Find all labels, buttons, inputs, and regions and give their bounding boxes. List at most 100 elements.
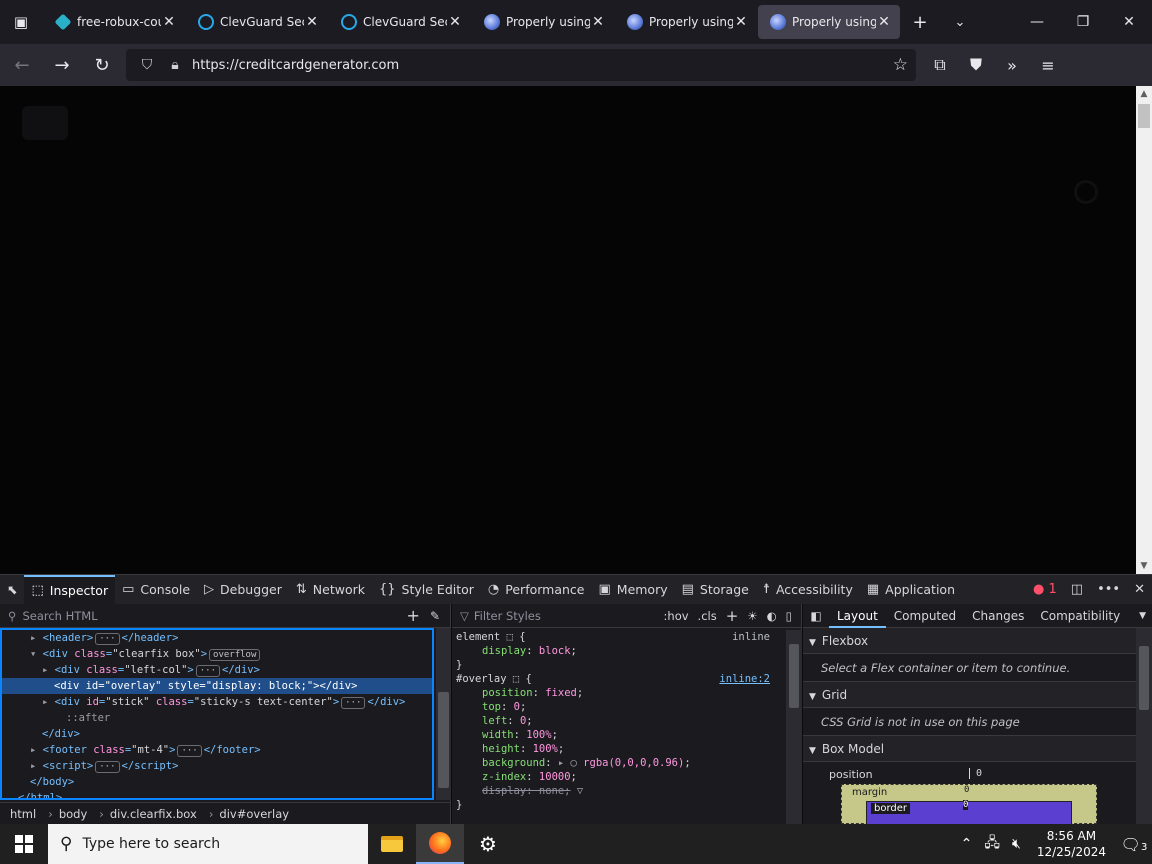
file-explorer-button[interactable] — [368, 824, 416, 864]
markup-node-overlay[interactable]: <div id="overlay" style="display: block;… — [2, 678, 432, 694]
close-tab-icon[interactable]: ✕ — [876, 14, 892, 30]
lock-icon[interactable]: 🔒︎ — [164, 57, 186, 73]
tab-layout[interactable]: Layout — [829, 604, 886, 628]
tab-compatibility[interactable]: Compatibility — [1032, 604, 1128, 628]
close-tab-icon[interactable]: ✕ — [590, 14, 606, 30]
devtools-close-button[interactable]: ✕ — [1127, 582, 1152, 597]
cls-toggle[interactable]: .cls — [698, 609, 717, 623]
devtools-tab-style-editor[interactable]: {} Style Editor — [372, 575, 481, 605]
markup-node-clearfix[interactable]: ▾ <div class="clearfix box"> overflow — [2, 646, 432, 662]
markup-close-body[interactable]: </body> — [2, 774, 432, 790]
hov-toggle[interactable]: :hov — [664, 609, 689, 623]
markup-node-header[interactable]: ▸ <header> ··· </header> — [2, 630, 432, 646]
close-tab-icon[interactable]: ✕ — [161, 14, 177, 30]
add-node-button[interactable]: + — [407, 606, 420, 625]
search-html-placeholder[interactable]: Search HTML — [22, 609, 97, 623]
devtools-tab-accessibility[interactable]: ☨ Accessibility — [756, 575, 860, 605]
devtools-tab-memory[interactable]: ▣ Memory — [591, 575, 674, 605]
firefox-view-button[interactable]: ▣ — [0, 0, 42, 44]
notification-center-button[interactable]: 🗨︎3 — [1116, 835, 1152, 854]
volume-muted-icon[interactable]: 🔇︎ — [1006, 836, 1027, 852]
restore-button[interactable]: ❐ — [1060, 0, 1106, 44]
devtools-more-button[interactable]: ••• — [1090, 582, 1127, 597]
ublock-button[interactable]: ⛊ — [958, 49, 994, 81]
breadcrumb-overlay[interactable]: div#overlay — [219, 807, 289, 821]
settings-taskbar-button[interactable]: ⚙ — [464, 824, 512, 864]
breadcrumb-body[interactable]: body — [59, 807, 87, 821]
add-rule-button[interactable]: + — [726, 607, 739, 625]
scroll-down-icon[interactable]: ▼ — [1136, 558, 1152, 574]
markup-scrollbar[interactable] — [436, 628, 451, 800]
forward-button[interactable]: → — [44, 49, 80, 81]
devtools-tab-storage[interactable]: ▤ Storage — [675, 575, 756, 605]
close-window-button[interactable]: ✕ — [1106, 0, 1152, 44]
box-margin-value[interactable]: 0 — [964, 785, 969, 795]
rule-decl-overridden[interactable]: display: none; ▽ — [452, 784, 786, 798]
devtools-tab-network[interactable]: ⇅ Network — [289, 575, 372, 605]
markup-close-div[interactable]: </div> — [2, 726, 432, 742]
box-position-value[interactable]: 0 — [969, 768, 982, 779]
markup-view[interactable]: ▸ <header> ··· </header> ▾ <div class="cle… — [0, 628, 434, 800]
box-border-value[interactable]: 0 — [963, 800, 969, 810]
rule-decl[interactable]: width: 100%; — [452, 728, 786, 742]
breadcrumb-html[interactable]: html — [10, 807, 36, 821]
taskbar-search-box[interactable]: ⚲ Type here to search — [48, 824, 368, 864]
show-hidden-icons-chevron-icon[interactable]: ⌃ — [955, 836, 979, 852]
markup-scrollbar-thumb[interactable] — [438, 692, 449, 788]
breadcrumb-clearfix[interactable]: div.clearfix.box — [110, 807, 197, 821]
browser-tab[interactable]: Properly using ✕ — [472, 5, 614, 39]
dark-theme-icon[interactable]: ◐ — [767, 609, 777, 623]
bookmark-star-icon[interactable]: ☆ — [893, 55, 908, 75]
rule-decl[interactable]: position: fixed; — [452, 686, 786, 700]
search-html-box[interactable]: ⚲ Search HTML + ✎ — [0, 604, 450, 628]
toggle-sidebar-icon[interactable]: ◧ — [803, 609, 829, 623]
eyedropper-icon[interactable]: ✎ — [430, 609, 440, 623]
devtools-tab-performance[interactable]: ◔ Performance — [481, 575, 592, 605]
tab-computed[interactable]: Computed — [886, 604, 964, 628]
devtools-tab-application[interactable]: ▦ Application — [860, 575, 962, 605]
back-button[interactable]: ← — [4, 49, 40, 81]
list-all-tabs-button[interactable]: ⌄ — [940, 0, 980, 44]
layout-scrollbar[interactable] — [1136, 628, 1152, 824]
rule-decl[interactable]: top: 0; — [452, 700, 786, 714]
dock-options-button[interactable]: ◫ — [1064, 582, 1090, 597]
boxmodel-section-header[interactable]: ▼ Box Model — [803, 736, 1152, 762]
print-media-icon[interactable]: ▯ — [786, 609, 792, 623]
rule-decl[interactable]: height: 100%; — [452, 742, 786, 756]
filter-styles-input[interactable]: Filter Styles — [474, 609, 541, 623]
devtools-tab-console[interactable]: ▭ Console — [115, 575, 197, 605]
markup-node-left-col[interactable]: ▸ <div class="left-col"> ··· </div> — [2, 662, 432, 678]
markup-node-stick[interactable]: ▸ <div id="stick" class="sticky-s text-c… — [2, 694, 432, 710]
close-tab-icon[interactable]: ✕ — [304, 14, 320, 30]
browser-tab[interactable]: ClevGuard Secu✕ — [329, 5, 471, 39]
rule-decl[interactable]: display: block; — [452, 644, 786, 658]
browser-tab[interactable]: ClevGuard Secu✕ — [186, 5, 328, 39]
overflow-menu-button[interactable]: » — [994, 49, 1030, 81]
flexbox-section-header[interactable]: ▼ Flexbox — [803, 628, 1152, 654]
firefox-taskbar-button[interactable] — [416, 824, 464, 864]
rule-decl[interactable]: left: 0; — [452, 714, 786, 728]
app-menu-button[interactable]: ≡ — [1030, 49, 1066, 81]
devtools-tab-inspector[interactable]: ⬚ Inspector — [24, 574, 116, 605]
element-picker-button[interactable]: ⬉ — [0, 575, 24, 605]
rule-decl[interactable]: z-index: 10000; — [452, 770, 786, 784]
devtools-tab-debugger[interactable]: ▷ Debugger — [197, 575, 289, 605]
markup-close-html[interactable]: </html> — [2, 790, 432, 798]
markup-node-footer[interactable]: ▸ <footer class="mt-4"> ··· </footer> — [2, 742, 432, 758]
start-button[interactable] — [0, 824, 48, 864]
page-scrollbar-thumb[interactable] — [1138, 104, 1150, 128]
rule-overlay-source[interactable]: inline:2 — [719, 672, 770, 686]
new-tab-button[interactable]: + — [900, 0, 940, 44]
reload-button[interactable]: ↻ — [84, 49, 120, 81]
rules-scrollbar-thumb[interactable] — [789, 644, 799, 708]
markup-pseudo-after[interactable]: ::after — [2, 710, 432, 726]
markup-node-script[interactable]: ▸ <script> ··· </script> — [2, 758, 432, 774]
minimize-button[interactable]: — — [1014, 0, 1060, 44]
rule-decl[interactable]: background: ▸ ◯ rgba(0,0,0,0.96); — [452, 756, 786, 770]
chevron-down-icon[interactable]: ▼ — [1139, 611, 1146, 621]
close-tab-icon[interactable]: ✕ — [733, 14, 749, 30]
tab-changes[interactable]: Changes — [964, 604, 1032, 628]
grid-section-header[interactable]: ▼ Grid — [803, 682, 1152, 708]
shield-icon[interactable]: ⛉ — [136, 57, 158, 73]
scroll-up-icon[interactable]: ▲ — [1136, 86, 1152, 102]
